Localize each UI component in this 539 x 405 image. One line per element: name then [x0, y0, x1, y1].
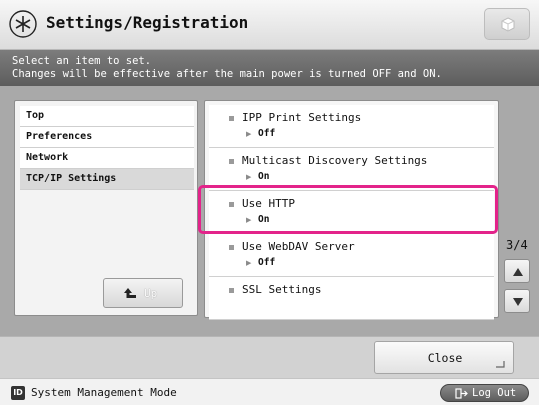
instruction-message: Select an item to set. Changes will be e… — [0, 50, 539, 86]
highlight-frame — [198, 185, 498, 234]
bullet-icon — [229, 288, 234, 293]
bullet-icon — [229, 116, 234, 121]
settings-asterisk-icon — [9, 10, 37, 38]
triangle-up-icon — [513, 268, 523, 276]
status-bar: ID System Management Mode Log Out — [0, 378, 539, 405]
list-item-ipp-print-settings[interactable]: IPP Print Settings ▶ Off — [209, 105, 494, 148]
value-arrow-icon: ▶ — [246, 259, 252, 267]
corner-return-icon — [496, 361, 505, 368]
logout-icon — [455, 388, 468, 399]
breadcrumb-item-tcpip-settings[interactable]: TCP/IP Settings — [20, 169, 194, 190]
header-cube-button[interactable] — [484, 8, 530, 40]
settings-screen: Settings/Registration Select an item to … — [0, 0, 539, 405]
triangle-down-icon — [513, 298, 523, 306]
breadcrumb-item-preferences[interactable]: Preferences — [20, 127, 194, 148]
logout-button-label: Log Out — [472, 387, 517, 399]
close-button-label: Close — [427, 351, 463, 365]
footer-bar: Close — [0, 336, 539, 378]
list-item-value: Off — [258, 128, 276, 139]
scroll-down-button[interactable] — [504, 289, 530, 313]
list-item-value: On — [258, 171, 270, 182]
value-arrow-icon: ▶ — [246, 173, 252, 181]
logout-button[interactable]: Log Out — [440, 384, 529, 402]
value-arrow-icon: ▶ — [246, 130, 252, 138]
id-badge-icon: ID — [11, 386, 25, 400]
list-item-label: Multicast Discovery Settings — [242, 154, 428, 167]
breadcrumb-panel: Top Preferences Network TCP/IP Settings … — [14, 100, 198, 316]
cube-icon — [501, 17, 515, 32]
up-button[interactable]: Up — [103, 278, 183, 308]
list-item-ssl-settings[interactable]: SSL Settings — [209, 277, 494, 320]
system-mode-text: System Management Mode — [31, 386, 177, 399]
page-title: Settings/Registration — [46, 13, 249, 32]
close-button[interactable]: Close — [374, 341, 514, 374]
instruction-line-1: Select an item to set. — [12, 55, 152, 67]
list-item-use-webdav-server[interactable]: Use WebDAV Server ▶ Off — [209, 234, 494, 277]
scroll-up-button[interactable] — [504, 259, 530, 283]
bullet-icon — [229, 245, 234, 250]
instruction-line-2: Changes will be effective after the main… — [12, 68, 442, 80]
list-item-label: IPP Print Settings — [242, 111, 362, 124]
list-item-label: Use WebDAV Server — [242, 240, 355, 253]
up-arrow-icon — [124, 288, 136, 298]
bullet-icon — [229, 159, 234, 164]
breadcrumb-item-top[interactable]: Top — [20, 106, 194, 127]
breadcrumb-item-network[interactable]: Network — [20, 148, 194, 169]
list-item-label: SSL Settings — [242, 283, 322, 296]
up-button-label: Up — [144, 287, 158, 300]
breadcrumb-list: Top Preferences Network TCP/IP Settings — [20, 106, 194, 190]
header-bar: Settings/Registration — [0, 0, 539, 50]
page-counter: 3/4 — [506, 238, 528, 252]
list-item-value: Off — [258, 257, 276, 268]
